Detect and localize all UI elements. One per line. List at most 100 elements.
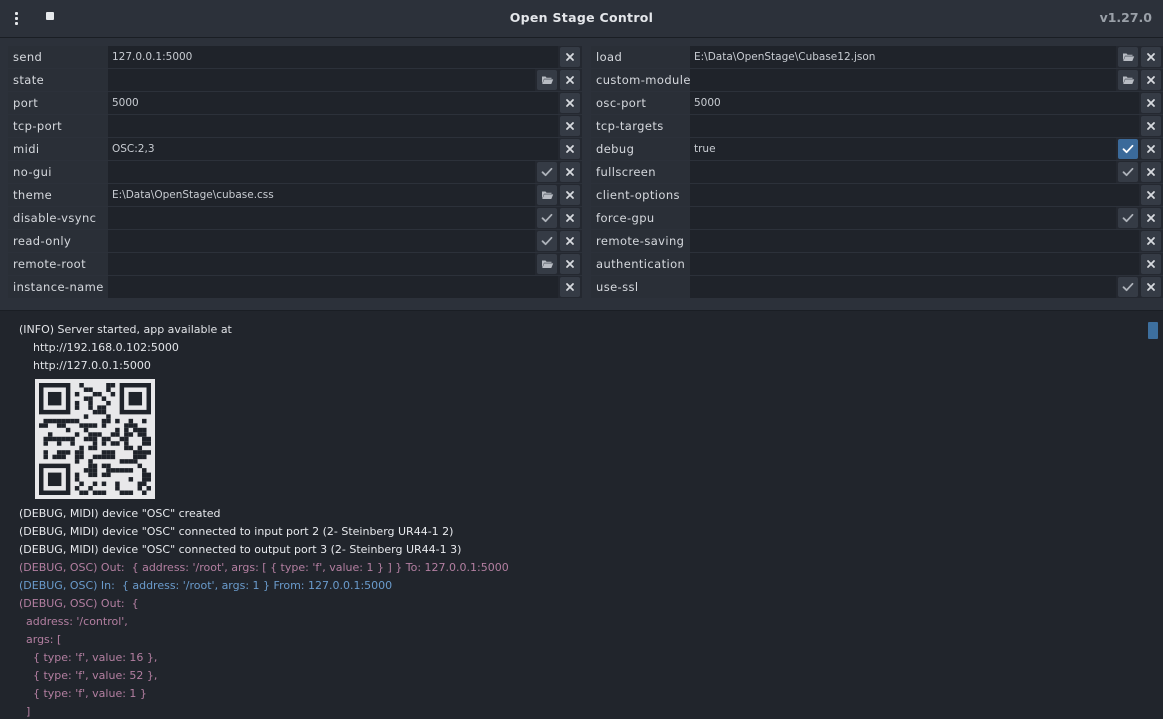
app-version: v1.27.0: [1099, 10, 1152, 25]
config-row-osc-port: osc-port: [591, 92, 1163, 114]
clear-icon[interactable]: [560, 277, 580, 297]
log-line: args: [: [19, 633, 62, 646]
checkbox-icon[interactable]: [1118, 277, 1138, 297]
client-options-field[interactable]: [690, 184, 1139, 206]
config-key-label: client-options: [591, 184, 691, 206]
log-line: (DEBUG, MIDI) device "OSC" connected to …: [19, 543, 462, 556]
clear-icon[interactable]: [1141, 254, 1161, 274]
clear-icon[interactable]: [560, 70, 580, 90]
folder-open-icon[interactable]: [1118, 70, 1138, 90]
port-field[interactable]: [108, 92, 558, 114]
scrollbar-thumb[interactable]: [1148, 322, 1158, 339]
tcp-port-field[interactable]: [108, 115, 558, 137]
log-line: { type: 'f', value: 52 },: [19, 669, 158, 682]
config-row-client-options: client-options: [591, 184, 1163, 206]
clear-icon[interactable]: [1141, 47, 1161, 67]
clear-icon[interactable]: [1141, 70, 1161, 90]
clear-icon[interactable]: [560, 208, 580, 228]
custom-module-field[interactable]: [690, 69, 1116, 91]
clear-icon[interactable]: [1141, 231, 1161, 251]
config-key-label: port: [8, 92, 108, 114]
clear-icon[interactable]: [1141, 139, 1161, 159]
config-row-theme: theme: [8, 184, 582, 206]
log-line: (DEBUG, MIDI) device "OSC" connected to …: [19, 525, 454, 538]
clear-icon[interactable]: [560, 162, 580, 182]
log-line: http://192.168.0.102:5000: [19, 341, 179, 354]
config-row-disable-vsync: disable-vsync: [8, 207, 582, 229]
config-row-debug: debug: [591, 138, 1163, 160]
send-field[interactable]: [108, 46, 558, 68]
clear-icon[interactable]: [560, 93, 580, 113]
disable-vsync-field[interactable]: [108, 207, 535, 229]
fullscreen-field[interactable]: [690, 161, 1116, 183]
log-line: address: '/control',: [19, 615, 128, 628]
qr-code: [35, 379, 155, 499]
config-key-label: force-gpu: [591, 207, 691, 229]
clear-icon[interactable]: [1141, 185, 1161, 205]
log-line: (DEBUG, OSC) Out: {: [19, 597, 139, 610]
checkbox-icon[interactable]: [537, 162, 557, 182]
config-key-label: send: [8, 46, 108, 68]
folder-open-icon[interactable]: [537, 254, 557, 274]
log-line: { type: 'f', value: 16 },: [19, 651, 158, 664]
config-column-right: loadcustom-moduleosc-porttcp-targetsdebu…: [591, 46, 1163, 299]
clear-icon[interactable]: [560, 231, 580, 251]
checkbox-icon[interactable]: [537, 208, 557, 228]
clear-icon[interactable]: [560, 254, 580, 274]
folder-open-icon[interactable]: [1118, 47, 1138, 67]
config-key-label: no-gui: [8, 161, 108, 183]
config-key-label: theme: [8, 184, 108, 206]
clear-icon[interactable]: [1141, 208, 1161, 228]
osc-port-field[interactable]: [690, 92, 1139, 114]
config-key-label: midi: [8, 138, 108, 160]
config-row-fullscreen: fullscreen: [591, 161, 1163, 183]
remote-root-field[interactable]: [108, 253, 535, 275]
log-line: (DEBUG, OSC) Out: { address: '/root', ar…: [19, 561, 509, 574]
config-key-label: osc-port: [591, 92, 691, 114]
force-gpu-field[interactable]: [690, 207, 1116, 229]
clear-icon[interactable]: [560, 185, 580, 205]
config-key-label: use-ssl: [591, 276, 691, 298]
theme-field[interactable]: [108, 184, 535, 206]
tcp-targets-field[interactable]: [690, 115, 1139, 137]
log-line: (DEBUG, MIDI) device "OSC" created: [19, 507, 221, 520]
checkbox-icon[interactable]: [1118, 162, 1138, 182]
instance-name-field[interactable]: [108, 276, 558, 298]
load-field[interactable]: [690, 46, 1116, 68]
config-row-midi: midi: [8, 138, 582, 160]
no-gui-field[interactable]: [108, 161, 535, 183]
clear-icon[interactable]: [560, 139, 580, 159]
title-bar: Open Stage Control v1.27.0: [0, 0, 1163, 38]
folder-open-icon[interactable]: [537, 70, 557, 90]
checkbox-icon[interactable]: [537, 231, 557, 251]
midi-field[interactable]: [108, 138, 558, 160]
config-row-remote-saving: remote-saving: [591, 230, 1163, 252]
config-key-label: fullscreen: [591, 161, 691, 183]
log-line: { type: 'f', value: 1 }: [19, 687, 147, 700]
checkbox-checked-icon[interactable]: [1118, 139, 1138, 159]
clear-icon[interactable]: [1141, 162, 1161, 182]
remote-saving-field[interactable]: [690, 230, 1139, 252]
read-only-field[interactable]: [108, 230, 535, 252]
folder-open-icon[interactable]: [537, 185, 557, 205]
config-key-label: remote-saving: [591, 230, 691, 252]
config-key-label: authentication: [591, 253, 691, 275]
debug-field[interactable]: [690, 138, 1116, 160]
authentication-field[interactable]: [690, 253, 1139, 275]
config-row-load: load: [591, 46, 1163, 68]
clear-icon[interactable]: [1141, 93, 1161, 113]
clear-icon[interactable]: [560, 47, 580, 67]
clear-icon[interactable]: [1141, 116, 1161, 136]
config-row-custom-module: custom-module: [591, 69, 1163, 91]
checkbox-icon[interactable]: [1118, 208, 1138, 228]
clear-icon[interactable]: [1141, 277, 1161, 297]
clear-icon[interactable]: [560, 116, 580, 136]
use-ssl-field[interactable]: [690, 276, 1116, 298]
config-key-label: debug: [591, 138, 691, 160]
console-log[interactable]: (INFO) Server started, app available at …: [0, 311, 1163, 719]
app-title: Open Stage Control: [509, 10, 654, 25]
config-row-send: send: [8, 46, 582, 68]
config-key-label: read-only: [8, 230, 108, 252]
config-row-tcp-targets: tcp-targets: [591, 115, 1163, 137]
state-field[interactable]: [108, 69, 535, 91]
